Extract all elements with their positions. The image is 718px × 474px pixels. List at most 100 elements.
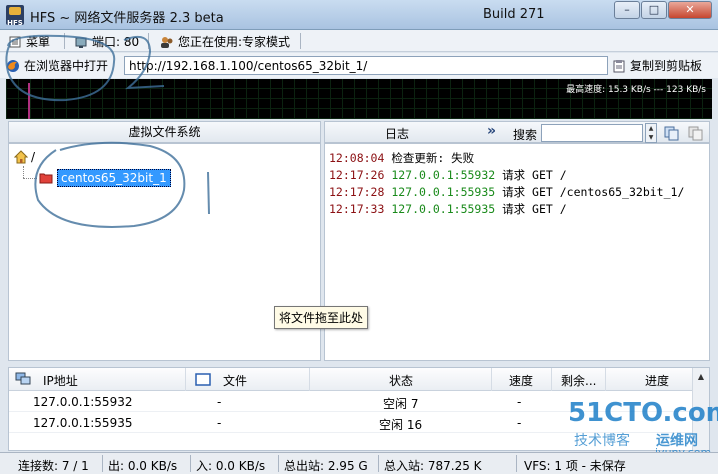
- tree-connector: [23, 178, 37, 179]
- column-header-status[interactable]: 状态: [389, 372, 413, 389]
- window-controls: – □ ✕: [614, 1, 712, 19]
- file-window-icon: [195, 373, 211, 386]
- toolbar-divider: [64, 33, 65, 49]
- status-divider: [190, 455, 191, 472]
- url-toolbar: 在浏览器中打开 http://192.168.1.100/centos65_32…: [0, 53, 718, 78]
- column-header-ip[interactable]: IP地址: [43, 372, 78, 389]
- column-divider[interactable]: [309, 368, 310, 391]
- watermark-site: 51CTO.com: [568, 398, 718, 428]
- graph-spike: [28, 83, 30, 119]
- users-icon: [161, 36, 173, 48]
- log-title: 日志: [385, 127, 410, 141]
- log-text: 请求 GET /: [502, 168, 567, 182]
- vfs-root[interactable]: /: [14, 150, 35, 164]
- copy-to-clipboard-button[interactable]: 复制到剪贴板: [612, 56, 702, 75]
- search-clear-icon[interactable]: [687, 125, 705, 141]
- double-chevron-right-icon[interactable]: »: [487, 123, 496, 139]
- tree-connector: [23, 166, 24, 178]
- mode-button[interactable]: 您正在使用:专家模式: [160, 33, 290, 50]
- copy-to-clipboard-label: 复制到剪贴板: [630, 59, 703, 73]
- firefox-icon: [7, 59, 19, 72]
- cell-speed: -: [517, 395, 522, 409]
- log-text: 请求 GET /: [502, 202, 567, 216]
- title-bar: HFS HFS ~ 网络文件服务器 2.3 beta Build 271 – □…: [0, 0, 718, 30]
- column-divider[interactable]: [491, 368, 492, 391]
- log-time: 12:08:04: [329, 151, 385, 165]
- port-button[interactable]: 端口: 80: [74, 33, 139, 50]
- vfs-panel-header: 虚拟文件系统: [8, 121, 321, 143]
- log-panel[interactable]: 12:08:04 检查更新: 失败 12:17:26 127.0.0.1:559…: [324, 143, 710, 361]
- cell-speed: -: [517, 416, 522, 430]
- log-entry: 12:17:33 127.0.0.1:55935 请求 GET /: [329, 201, 567, 217]
- home-icon: [14, 150, 28, 164]
- search-spinner[interactable]: ▲ ▼: [645, 123, 657, 143]
- column-header-progress[interactable]: 进度: [645, 372, 669, 389]
- vfs-folder-label: centos65_32bit_1: [57, 169, 171, 187]
- menu-button[interactable]: 菜單: [8, 33, 50, 50]
- vfs-root-label: /: [31, 150, 36, 164]
- cell-ip: 127.0.0.1:55932: [33, 395, 133, 409]
- build-label: Build 271: [483, 7, 545, 22]
- cell-status: 空闲 7: [383, 397, 419, 411]
- log-panel-header: 日志 » 搜索 ▲ ▼: [324, 121, 710, 143]
- status-total-in: 总入站: 787.25 K: [384, 459, 482, 473]
- log-entry: 12:08:04 检查更新: 失败: [329, 150, 474, 166]
- url-field[interactable]: http://192.168.1.100/centos65_32bit_1/: [124, 56, 608, 75]
- open-in-browser-button[interactable]: 在浏览器中打开: [6, 55, 112, 76]
- log-address: 127.0.0.1:55935: [391, 202, 496, 216]
- status-vfs: VFS: 1 项 - 未保存: [524, 459, 626, 473]
- search-label: 搜索: [513, 128, 538, 142]
- mode-label: 您正在使用:专家模式: [178, 35, 291, 49]
- cell-file: -: [217, 395, 222, 409]
- close-button[interactable]: ✕: [668, 1, 712, 19]
- watermark-blog: 技术博客: [574, 433, 630, 449]
- status-total-out: 总出站: 2.95 G: [284, 459, 368, 473]
- status-connections: 连接数: 7 / 1: [18, 459, 89, 473]
- status-divider: [102, 455, 103, 472]
- log-time: 12:17:26: [329, 168, 385, 182]
- log-text: 检查更新: 失败: [391, 151, 475, 165]
- toolbar-divider: [148, 33, 149, 49]
- column-header-file[interactable]: 文件: [223, 372, 247, 389]
- open-in-browser-label: 在浏览器中打开: [24, 59, 109, 73]
- column-divider[interactable]: [551, 368, 552, 391]
- log-time: 12:17:33: [329, 202, 385, 216]
- search-copy-icon[interactable]: [663, 125, 681, 141]
- window-title: HFS ~ 网络文件服务器 2.3 beta: [30, 11, 224, 26]
- menu-icon: [9, 36, 21, 47]
- status-in-speed: 入: 0.0 KB/s: [196, 459, 266, 473]
- minimize-button[interactable]: –: [614, 1, 640, 19]
- graph-speed-label: 最高速度: 15.3 KB/s --- 123 KB/s: [566, 85, 706, 95]
- menu-label: 菜單: [26, 35, 51, 49]
- status-divider: [516, 455, 517, 472]
- column-header-speed[interactable]: 速度: [509, 372, 533, 389]
- log-time: 12:17:28: [329, 185, 385, 199]
- folder-icon: [39, 173, 53, 184]
- column-divider[interactable]: [605, 368, 606, 391]
- log-address: 127.0.0.1:55932: [391, 168, 496, 182]
- port-icon: [75, 37, 87, 48]
- log-text: 请求 GET /centos65_32bit_1/: [502, 185, 685, 199]
- status-divider: [278, 455, 279, 472]
- log-address: 127.0.0.1:55935: [391, 185, 496, 199]
- network-icon: [15, 372, 31, 385]
- clipboard-icon: [613, 59, 625, 72]
- maximize-button[interactable]: □: [641, 1, 667, 19]
- column-header-remaining[interactable]: 剩余...: [561, 372, 596, 389]
- status-divider: [378, 455, 379, 472]
- log-entry: 12:17:28 127.0.0.1:55935 请求 GET /centos6…: [329, 184, 684, 200]
- cell-file: -: [217, 416, 222, 430]
- drop-files-tooltip: 将文件拖至此处: [274, 306, 369, 329]
- hfs-logo-icon: HFS: [6, 5, 24, 27]
- column-divider[interactable]: [185, 368, 186, 391]
- cell-status: 空闲 16: [379, 418, 423, 432]
- status-bar: 连接数: 7 / 1 出: 0.0 KB/s 入: 0.0 KB/s 总出站: …: [0, 452, 718, 474]
- status-out-speed: 出: 0.0 KB/s: [108, 459, 178, 473]
- table-header: IP地址 文件 状态 速度 剩余... 进度: [9, 368, 693, 391]
- vfs-folder-item[interactable]: centos65_32bit_1: [39, 169, 171, 187]
- scroll-up-icon[interactable]: ▲: [695, 372, 707, 384]
- cell-ip: 127.0.0.1:55935: [33, 416, 133, 430]
- port-label: 端口: 80: [92, 35, 140, 49]
- search-input[interactable]: [541, 124, 643, 142]
- log-entry: 12:17:26 127.0.0.1:55932 请求 GET /: [329, 167, 567, 183]
